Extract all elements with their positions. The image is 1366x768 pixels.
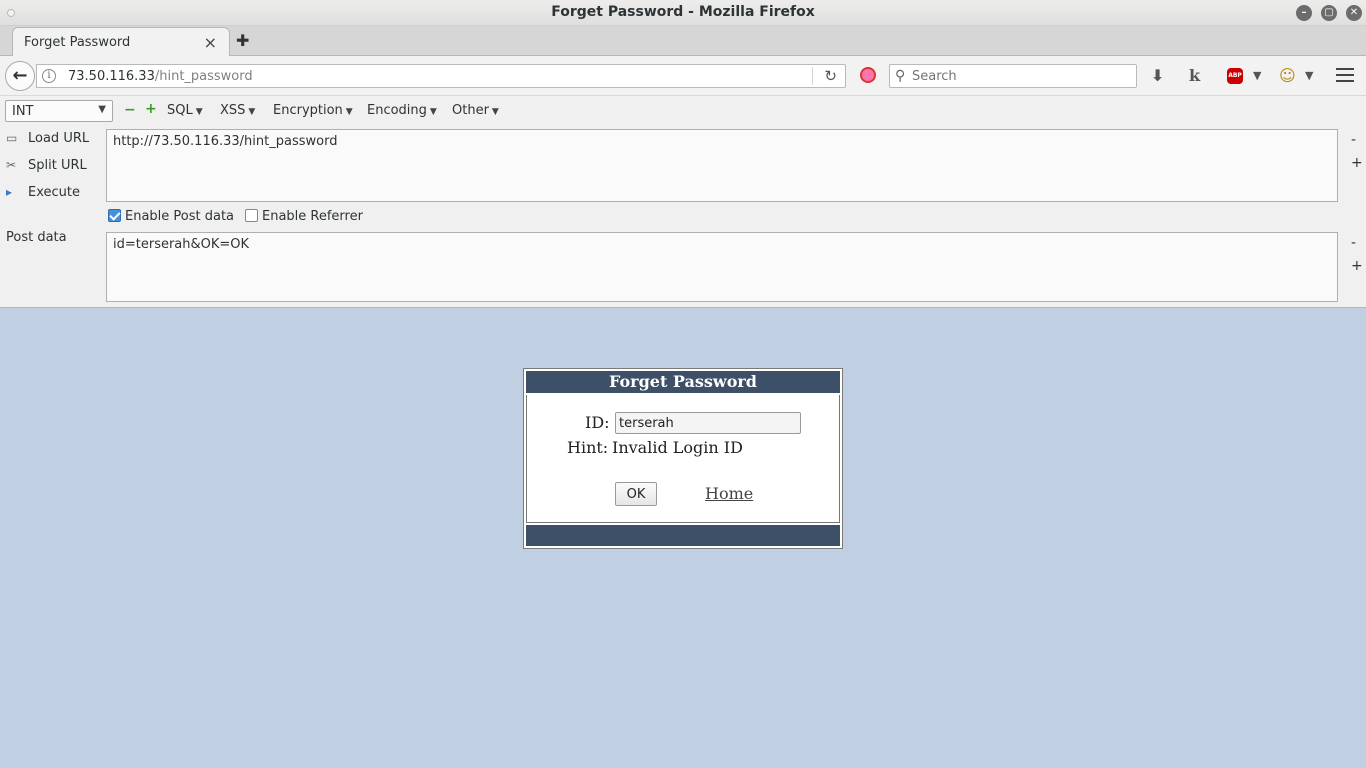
k-extension-icon[interactable]: k — [1189, 66, 1200, 85]
load-url-button[interactable]: ▭ Load URL — [6, 131, 89, 146]
load-url-icon: ▭ — [6, 131, 18, 145]
execute-icon: ▸ — [6, 185, 13, 199]
split-url-label: Split URL — [28, 158, 87, 173]
search-input[interactable] — [912, 67, 1132, 85]
tab-close-icon[interactable]: × — [204, 33, 217, 52]
chevron-down-icon: ▼ — [429, 107, 437, 117]
chevron-down-icon: ▼ — [345, 107, 353, 117]
post-data-value: id=terserah&OK=OK — [113, 237, 250, 252]
id-input[interactable] — [615, 412, 801, 434]
chevron-down-icon: ▼ — [98, 104, 106, 115]
url-host: 73.50.116.33 — [68, 69, 155, 84]
checkbox-unchecked-icon[interactable] — [245, 209, 258, 222]
dialog-footer — [526, 525, 840, 546]
enable-post-label: Enable Post data — [125, 209, 235, 224]
menu-label: Encoding — [367, 103, 427, 118]
site-info-icon[interactable]: i — [42, 69, 56, 83]
menu-label: XSS — [220, 103, 246, 118]
encoding-select[interactable]: INT ▼ — [5, 100, 113, 122]
split-url-button[interactable]: ✂ Split URL — [6, 158, 87, 173]
url-textarea[interactable]: http://73.50.116.33/hint_password — [106, 129, 1338, 202]
enable-referrer-label: Enable Referrer — [262, 209, 363, 224]
ok-button[interactable]: OK — [615, 482, 657, 506]
grow-url-area-icon[interactable]: + — [1351, 155, 1363, 171]
chevron-down-icon: ▼ — [195, 107, 203, 117]
menu-label: Other — [452, 103, 489, 118]
minus-icon[interactable]: − — [124, 102, 136, 118]
greasemonkey-dropdown-icon[interactable]: ▼ — [1305, 69, 1313, 82]
shrink-post-area-icon[interactable]: - — [1351, 235, 1356, 251]
scissors-icon: ✂ — [6, 158, 17, 172]
post-data-textarea[interactable]: id=terserah&OK=OK — [106, 232, 1338, 302]
url-path: /hint_password — [154, 69, 253, 84]
id-label: ID: — [585, 413, 610, 432]
load-url-label: Load URL — [28, 131, 90, 146]
shrink-url-area-icon[interactable]: - — [1351, 132, 1356, 148]
menu-xss[interactable]: XSS ▼ — [220, 103, 255, 118]
window-title: Forget Password - Mozilla Firefox — [551, 4, 815, 20]
hint-label: Hint: — [567, 438, 609, 457]
greasemonkey-icon[interactable]: ☺ — [1279, 66, 1296, 85]
noscript-icon[interactable] — [860, 67, 876, 83]
grow-post-area-icon[interactable]: + — [1351, 258, 1363, 274]
reload-icon[interactable]: ↻ — [824, 67, 837, 85]
dialog-title: Forget Password — [526, 371, 840, 393]
tab-strip: Forget Password × ✚ — [0, 26, 1366, 57]
encoding-select-value: INT — [12, 104, 34, 119]
urlbar-divider — [812, 67, 813, 85]
menu-label: Encryption — [273, 103, 343, 118]
chevron-down-icon: ▼ — [248, 107, 256, 117]
adblock-dropdown-icon[interactable]: ▼ — [1253, 69, 1261, 82]
hackbar-panel: INT ▼ − + SQL ▼ XSS ▼ Encryption ▼ Encoding… — [0, 96, 1366, 308]
chevron-down-icon: ▼ — [491, 107, 499, 117]
hint-value: Invalid Login ID — [612, 438, 743, 457]
enable-referrer-checkbox[interactable]: Enable Referrer — [245, 209, 363, 224]
adblock-icon[interactable]: ABP — [1227, 68, 1243, 84]
dialog-body: ID: Hint: Invalid Login ID OK Home — [526, 395, 840, 523]
maximize-icon[interactable]: ▢ — [1321, 5, 1337, 21]
tab-forget-password[interactable]: Forget Password × — [12, 27, 230, 57]
forget-password-dialog: Forget Password ID: Hint: Invalid Login … — [523, 368, 843, 549]
execute-label: Execute — [28, 185, 80, 200]
minimize-icon[interactable]: – — [1296, 5, 1312, 21]
menu-label: SQL — [167, 103, 193, 118]
execute-button[interactable]: ▸ Execute — [6, 185, 80, 200]
url-bar[interactable]: i 73.50.116.33/hint_password ↻ — [36, 64, 846, 88]
menu-other[interactable]: Other ▼ — [452, 103, 499, 118]
home-link[interactable]: Home — [705, 484, 753, 503]
post-data-label: Post data — [6, 230, 67, 245]
checkbox-checked-icon[interactable] — [108, 209, 121, 222]
search-bar[interactable]: ⚲ — [889, 64, 1137, 88]
url-textarea-value: http://73.50.116.33/hint_password — [113, 134, 338, 149]
window-titlebar: Forget Password - Mozilla Firefox – ▢ ✕ — [0, 0, 1366, 26]
hamburger-menu-icon[interactable] — [1336, 68, 1354, 82]
back-arrow-icon[interactable]: ← — [5, 61, 35, 91]
menu-encoding[interactable]: Encoding ▼ — [367, 103, 437, 118]
enable-post-checkbox[interactable]: Enable Post data — [108, 209, 234, 224]
new-tab-icon[interactable]: ✚ — [236, 31, 249, 50]
menu-encryption[interactable]: Encryption ▼ — [273, 103, 353, 118]
tab-label: Forget Password — [24, 35, 131, 50]
search-icon: ⚲ — [895, 68, 906, 84]
download-icon[interactable]: ⬇ — [1151, 66, 1164, 85]
url-text[interactable]: 73.50.116.33/hint_password — [68, 69, 253, 84]
close-window-icon[interactable]: ✕ — [1346, 5, 1362, 21]
plus-icon[interactable]: + — [145, 101, 157, 117]
menu-sql[interactable]: SQL ▼ — [167, 103, 203, 118]
